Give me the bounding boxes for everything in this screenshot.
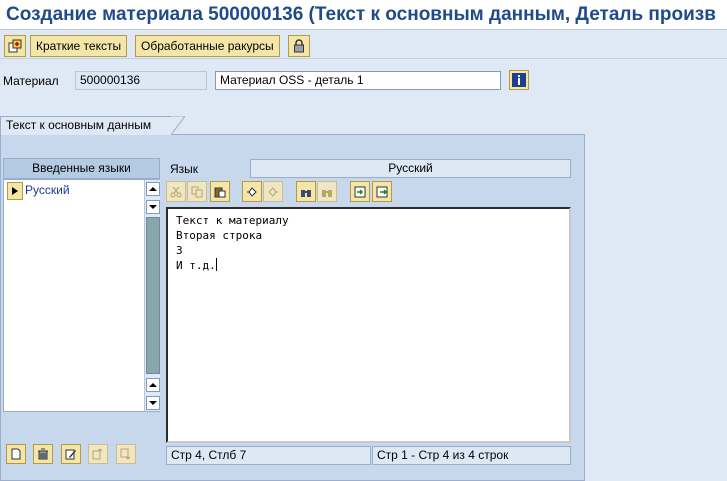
arrow-up-icon: [149, 186, 157, 192]
info-icon: [512, 73, 526, 87]
lock-icon: [292, 39, 306, 53]
cut-button[interactable]: [166, 181, 186, 202]
tab-basic-data-text[interactable]: Текст к основным данным: [0, 116, 185, 136]
move-down-button[interactable]: [116, 444, 136, 464]
paste-icon: [214, 186, 226, 198]
editor-line-text: И т.д.: [176, 259, 216, 272]
delete-icon: [37, 448, 49, 460]
list-item[interactable]: Русский: [4, 182, 140, 200]
arrow-up-icon: [149, 382, 157, 388]
triangle-right-icon: [11, 186, 19, 196]
text-editor[interactable]: Текст к материалу Вторая строка 3 И т.д.: [166, 207, 571, 443]
undo-icon: [246, 186, 258, 198]
editor-line: 3: [176, 244, 183, 257]
processed-views-button[interactable]: Обработанные ракурсы: [135, 35, 280, 57]
find-next-button[interactable]: [317, 181, 337, 202]
other-object-icon: [8, 39, 22, 53]
other-object-button[interactable]: [4, 35, 26, 57]
tab-label: Текст к основным данным: [6, 118, 152, 132]
language-label: Язык: [170, 162, 199, 176]
edit-icon: [65, 448, 77, 460]
undo-button[interactable]: [242, 181, 262, 202]
line-count-status: Стр 1 - Стр 4 из 4 строк: [372, 446, 571, 465]
new-text-button[interactable]: [6, 444, 26, 464]
edit-text-button[interactable]: [61, 444, 81, 464]
languages-list: Русский: [3, 179, 160, 412]
delete-text-button[interactable]: [33, 444, 53, 464]
row-selector[interactable]: [7, 182, 23, 200]
lock-button[interactable]: [288, 35, 310, 57]
material-number-field: 500000136: [75, 71, 207, 90]
find-button[interactable]: [296, 181, 316, 202]
languages-scrollbar[interactable]: [144, 180, 160, 411]
move-up-icon: [92, 448, 104, 460]
scroll-up-button[interactable]: [146, 182, 160, 196]
copy-icon: [191, 186, 203, 198]
editor-line-current: И т.д.: [176, 258, 561, 273]
find-next-icon: [321, 186, 333, 198]
editor-line: Текст к материалу: [176, 214, 289, 227]
material-description-field[interactable]: Материал OSS - деталь 1: [215, 71, 501, 90]
move-down-icon: [120, 448, 132, 460]
cut-icon: [170, 186, 182, 198]
application-toolbar: Краткие тексты Обработанные ракурсы: [0, 31, 727, 59]
scroll-down-button-bottom[interactable]: [146, 396, 160, 410]
arrow-down-icon: [149, 204, 157, 210]
import-button[interactable]: [350, 181, 370, 202]
info-button[interactable]: [509, 70, 529, 90]
new-document-icon: [10, 448, 22, 460]
scroll-up-button-bottom[interactable]: [146, 378, 160, 392]
scroll-down-button[interactable]: [146, 200, 160, 214]
copy-button[interactable]: [187, 181, 207, 202]
arrow-down-icon: [149, 400, 157, 406]
paste-button[interactable]: [210, 181, 230, 202]
import-icon: [354, 186, 366, 198]
short-texts-button[interactable]: Краткие тексты: [30, 35, 128, 57]
text-cursor: [215, 258, 217, 271]
editor-toolbar: [166, 181, 406, 203]
find-icon: [300, 186, 312, 198]
redo-button[interactable]: [263, 181, 283, 202]
redo-icon: [267, 186, 279, 198]
page-title: Создание материала 500000136 (Текст к ос…: [0, 0, 727, 30]
move-up-button[interactable]: [88, 444, 108, 464]
language-field: Русский: [250, 159, 571, 178]
entered-languages-header: Введенные языки: [3, 158, 160, 179]
export-icon: [376, 186, 388, 198]
cursor-position-status: Стр 4, Стлб 7: [166, 446, 371, 465]
editor-line: Вторая строка: [176, 229, 263, 242]
language-name[interactable]: Русский: [25, 183, 70, 197]
scroll-thumb[interactable]: [146, 217, 160, 374]
export-button[interactable]: [372, 181, 392, 202]
material-label: Материал: [3, 74, 59, 88]
